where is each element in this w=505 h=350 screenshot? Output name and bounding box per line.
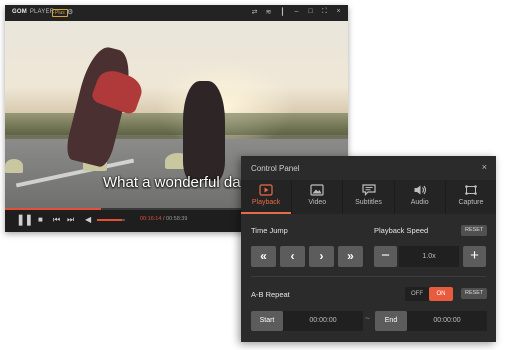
minimize-icon[interactable]: – [293, 8, 300, 16]
ab-end-time: 00:00:00 [407, 311, 487, 331]
player-titlebar[interactable]: GOM PLAYER Plus ⚙ ⇄ ≋ ┃ – □ ⛶ × [5, 5, 348, 21]
time-current: 00:16:14 [140, 216, 162, 222]
speech-bubble-icon [361, 184, 376, 196]
minus-icon: − [381, 247, 390, 264]
video-bollard [5, 159, 23, 173]
close-icon[interactable]: × [482, 162, 487, 172]
volume-slider[interactable] [97, 219, 125, 221]
ab-repeat-label: A-B Repeat [251, 290, 290, 299]
chevron-right-icon: › [319, 249, 324, 263]
toggle-off-option[interactable]: OFF [405, 287, 429, 301]
tab-label: Audio [410, 199, 429, 206]
video-treeline [5, 113, 348, 135]
tab-label: Subtitles [355, 199, 382, 206]
previous-icon[interactable]: ⏮ [53, 215, 60, 225]
plus-icon: + [470, 247, 479, 264]
volume-level [97, 219, 123, 221]
gear-icon[interactable]: ⚙ [67, 8, 73, 16]
playback-speed-label: Playback Speed [374, 226, 429, 235]
fullscreen-icon[interactable]: ⛶ [321, 8, 328, 16]
brand-sub: PLAYER [29, 9, 55, 15]
brand-name: GOM [12, 9, 27, 15]
tab-video[interactable]: Video [291, 180, 342, 214]
time-total: 00:58:39 [166, 216, 188, 222]
speaker-icon [414, 185, 426, 195]
toggle-on-option[interactable]: ON [429, 287, 453, 301]
volume-icon[interactable]: ◀ [85, 215, 91, 224]
speed-value: 1.0x [399, 246, 459, 267]
tab-label: Playback [251, 199, 281, 206]
plus-badge: Plus [52, 9, 68, 17]
tab-label: Capture [458, 199, 484, 206]
app-logo: GOM PLAYER [12, 9, 54, 15]
control-panel: Control Panel × Playback Video Subtitles… [241, 156, 496, 342]
pause-icon[interactable]: ❚❚ [16, 213, 33, 226]
image-icon [310, 184, 324, 196]
capture-icon [465, 185, 477, 195]
ab-reset-button[interactable]: RESET [461, 288, 488, 299]
time-display: 00:16:14 / 00:58:39 [140, 216, 187, 222]
speed-decrease-button[interactable]: − [374, 246, 397, 267]
video-person-right [183, 81, 225, 181]
ab-repeat-toggle[interactable]: OFF ON [405, 287, 453, 301]
double-chevron-left-icon: « [260, 249, 267, 263]
seek-progress [5, 208, 102, 210]
close-icon[interactable]: × [335, 8, 342, 16]
range-separator: ~ [365, 314, 370, 323]
ab-start-button[interactable]: Start [251, 311, 283, 331]
audio-wave-icon[interactable]: ≋ [265, 8, 272, 16]
panel-title: Control Panel [251, 164, 300, 173]
panel-tabs: Playback Video Subtitles Audio Capture [241, 180, 496, 214]
jump-forward-button[interactable]: › [309, 246, 334, 267]
tab-playback[interactable]: Playback [241, 180, 292, 214]
stop-icon[interactable]: ■ [38, 215, 43, 224]
tab-audio[interactable]: Audio [393, 180, 445, 214]
jump-back-button[interactable]: ‹ [280, 246, 305, 267]
speed-reset-button[interactable]: RESET [461, 225, 488, 236]
ab-end-button[interactable]: End [375, 311, 407, 331]
play-icon [259, 184, 273, 196]
tab-capture[interactable]: Capture [444, 180, 496, 214]
maximize-icon[interactable]: □ [307, 8, 314, 16]
speed-increase-button[interactable]: + [463, 246, 486, 267]
pin-icon[interactable]: ┃ [279, 8, 286, 16]
tab-label: Video [308, 199, 327, 206]
jump-back-far-button[interactable]: « [251, 246, 276, 267]
ab-start-time: 00:00:00 [283, 311, 363, 331]
video-subtitle: What a wonderful da [103, 174, 241, 191]
next-icon[interactable]: ⏭ [67, 215, 74, 225]
chevron-left-icon: ‹ [290, 249, 295, 263]
dual-arrow-icon[interactable]: ⇄ [251, 8, 258, 16]
double-chevron-right-icon: » [347, 249, 354, 263]
tab-subtitles[interactable]: Subtitles [342, 180, 393, 214]
window-controls: ⇄ ≋ ┃ – □ ⛶ × [251, 8, 342, 16]
section-divider [251, 276, 486, 277]
jump-forward-far-button[interactable]: » [338, 246, 363, 267]
time-jump-label: Time Jump [251, 226, 288, 235]
video-sun-glow [155, 61, 295, 151]
